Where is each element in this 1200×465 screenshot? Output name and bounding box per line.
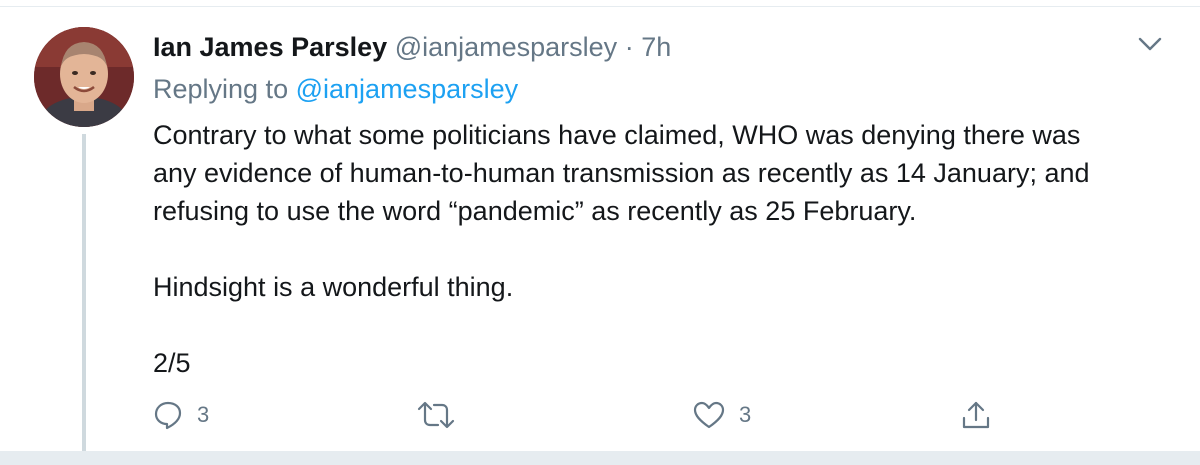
- more-options-chevron-icon[interactable]: [1135, 33, 1165, 55]
- tweet-text-line: refusing to use the word “pandemic” as r…: [153, 196, 917, 226]
- share-button[interactable]: [960, 398, 992, 432]
- replying-to-label: Replying to: [153, 74, 289, 104]
- replying-to-handle-link[interactable]: @ianjamesparsley: [296, 74, 519, 104]
- tweet-text-line: any evidence of human-to-human transmiss…: [153, 158, 1090, 188]
- like-button[interactable]: 3: [693, 398, 751, 432]
- like-count: 3: [739, 402, 752, 427]
- bottom-divider: [0, 451, 1200, 465]
- replying-to: Replying to @ianjamesparsley: [153, 72, 518, 106]
- reply-count: 3: [197, 402, 210, 427]
- heart-icon: [693, 400, 725, 430]
- header-separator: ·: [624, 32, 634, 62]
- thread-position: 2/5: [153, 348, 191, 378]
- retweet-button[interactable]: [416, 398, 456, 432]
- tweet-timestamp[interactable]: 7h: [641, 32, 671, 62]
- author-name[interactable]: Ian James Parsley: [153, 32, 387, 62]
- tweet-text-line: Contrary to what some politicians have c…: [153, 120, 1081, 150]
- top-divider: [0, 6, 1200, 7]
- reply-icon: [153, 400, 183, 430]
- tweet-body: Contrary to what some politicians have c…: [153, 116, 1173, 382]
- author-avatar[interactable]: [34, 27, 134, 127]
- avatar-photo: [34, 27, 134, 127]
- reply-button[interactable]: 3: [153, 398, 209, 432]
- author-handle[interactable]: @ianjamesparsley: [395, 32, 618, 62]
- thread-connector-line: [82, 134, 86, 465]
- share-icon: [960, 399, 992, 431]
- retweet-icon: [416, 400, 456, 430]
- tweet-header: Ian James Parsley @ianjamesparsley · 7h: [153, 30, 671, 64]
- tweet-text-line: Hindsight is a wonderful thing.: [153, 272, 514, 302]
